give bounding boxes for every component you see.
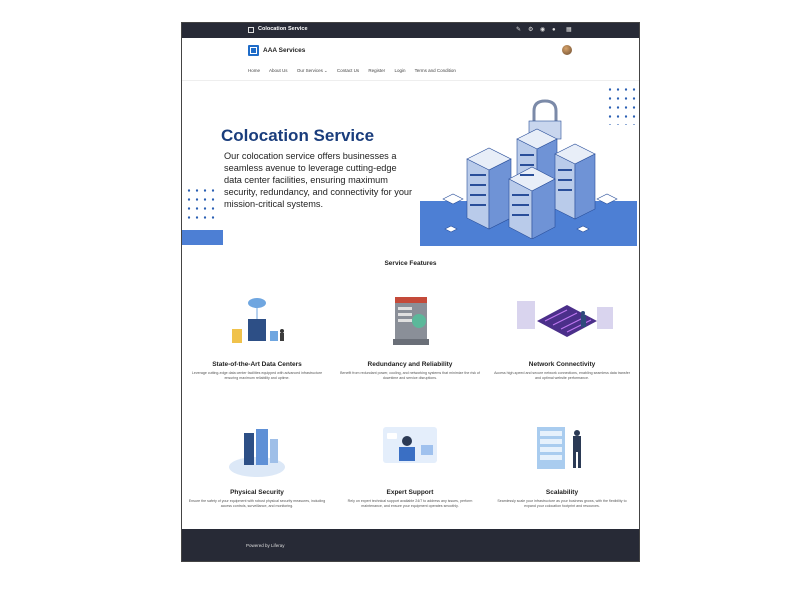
feature-card: Scalability Seamlessly scale your infras… bbox=[487, 419, 637, 509]
header-divider bbox=[182, 80, 639, 81]
feature-title: Network Connectivity bbox=[528, 361, 596, 368]
server-illustration bbox=[442, 99, 618, 239]
nav-terms[interactable]: Terms and Condition bbox=[415, 68, 456, 73]
feature-description: Leverage cutting-edge data center facili… bbox=[191, 371, 323, 380]
powered-by-text[interactable]: Powered by Liferay bbox=[246, 543, 285, 548]
feature-description: Access high-speed and secure network con… bbox=[494, 371, 630, 380]
globe-icon[interactable]: ◉ bbox=[540, 26, 545, 35]
expert-support-illustration bbox=[335, 419, 485, 489]
nav-about-us[interactable]: About Us bbox=[269, 68, 288, 73]
physical-security-illustration bbox=[182, 419, 332, 489]
brand-logo-icon bbox=[248, 45, 259, 56]
feature-card: Expert Support Rely on expert technical … bbox=[335, 419, 485, 509]
nav-our-services[interactable]: Our Services⌄ bbox=[297, 68, 328, 73]
feature-card: Redundancy and Reliability Benefit from … bbox=[335, 291, 485, 381]
hero-text: Our colocation service offers businesses… bbox=[224, 151, 413, 209]
feature-title: Expert Support bbox=[386, 489, 434, 496]
main-nav: Home About Us Our Services⌄ Contact Us R… bbox=[248, 68, 464, 74]
feature-description: Ensure the safety of your equipment with… bbox=[188, 499, 326, 508]
network-illustration bbox=[487, 291, 637, 361]
feature-card: State-of-the-Art Data Centers Leverage c… bbox=[182, 291, 332, 381]
feature-description: Seamlessly scale your infrastructure as … bbox=[497, 499, 627, 508]
feature-title: State-of-the-Art Data Centers bbox=[212, 361, 302, 368]
panel-icon[interactable] bbox=[248, 27, 254, 33]
hero-title: Colocation Service bbox=[221, 126, 375, 145]
nav-register[interactable]: Register bbox=[368, 68, 385, 73]
brand-name: AAA Services bbox=[263, 47, 306, 54]
chevron-down-icon: ⌄ bbox=[323, 68, 328, 73]
hero-accent-left bbox=[182, 230, 223, 245]
redundancy-illustration bbox=[335, 291, 485, 361]
avatar[interactable] bbox=[562, 45, 572, 55]
feature-card: Network Connectivity Access high-speed a… bbox=[487, 291, 637, 381]
feature-title: Redundancy and Reliability bbox=[367, 361, 453, 368]
nav-login[interactable]: Login bbox=[394, 68, 405, 73]
page-title: Colocation Service bbox=[258, 26, 308, 32]
browser-page: Colocation Service ✎ ⚙ ◉ ● ▦ AAA Service… bbox=[181, 22, 640, 562]
control-menu-bar: Colocation Service ✎ ⚙ ◉ ● ▦ bbox=[182, 23, 639, 38]
grid-icon[interactable]: ▦ bbox=[566, 26, 572, 35]
features-title: Service Features bbox=[384, 260, 437, 267]
info-icon[interactable]: ● bbox=[552, 26, 556, 35]
nav-contact-us[interactable]: Contact Us bbox=[337, 68, 359, 73]
dots-pattern-left bbox=[185, 186, 215, 224]
feature-card: Physical Security Ensure the safety of y… bbox=[182, 419, 332, 509]
nav-home[interactable]: Home bbox=[248, 68, 260, 73]
scalability-illustration bbox=[487, 419, 637, 489]
feature-title: Physical Security bbox=[230, 489, 284, 496]
data-center-illustration bbox=[182, 291, 332, 361]
gear-icon[interactable]: ⚙ bbox=[528, 26, 533, 35]
feature-description: Benefit from redundant power, cooling, a… bbox=[340, 371, 480, 380]
footer: Powered by Liferay bbox=[182, 529, 639, 561]
nav-our-services-label: Our Services bbox=[296, 68, 323, 73]
feature-description: Rely on expert technical support availab… bbox=[347, 499, 473, 508]
edit-icon[interactable]: ✎ bbox=[516, 26, 521, 35]
feature-title: Scalability bbox=[545, 489, 579, 496]
